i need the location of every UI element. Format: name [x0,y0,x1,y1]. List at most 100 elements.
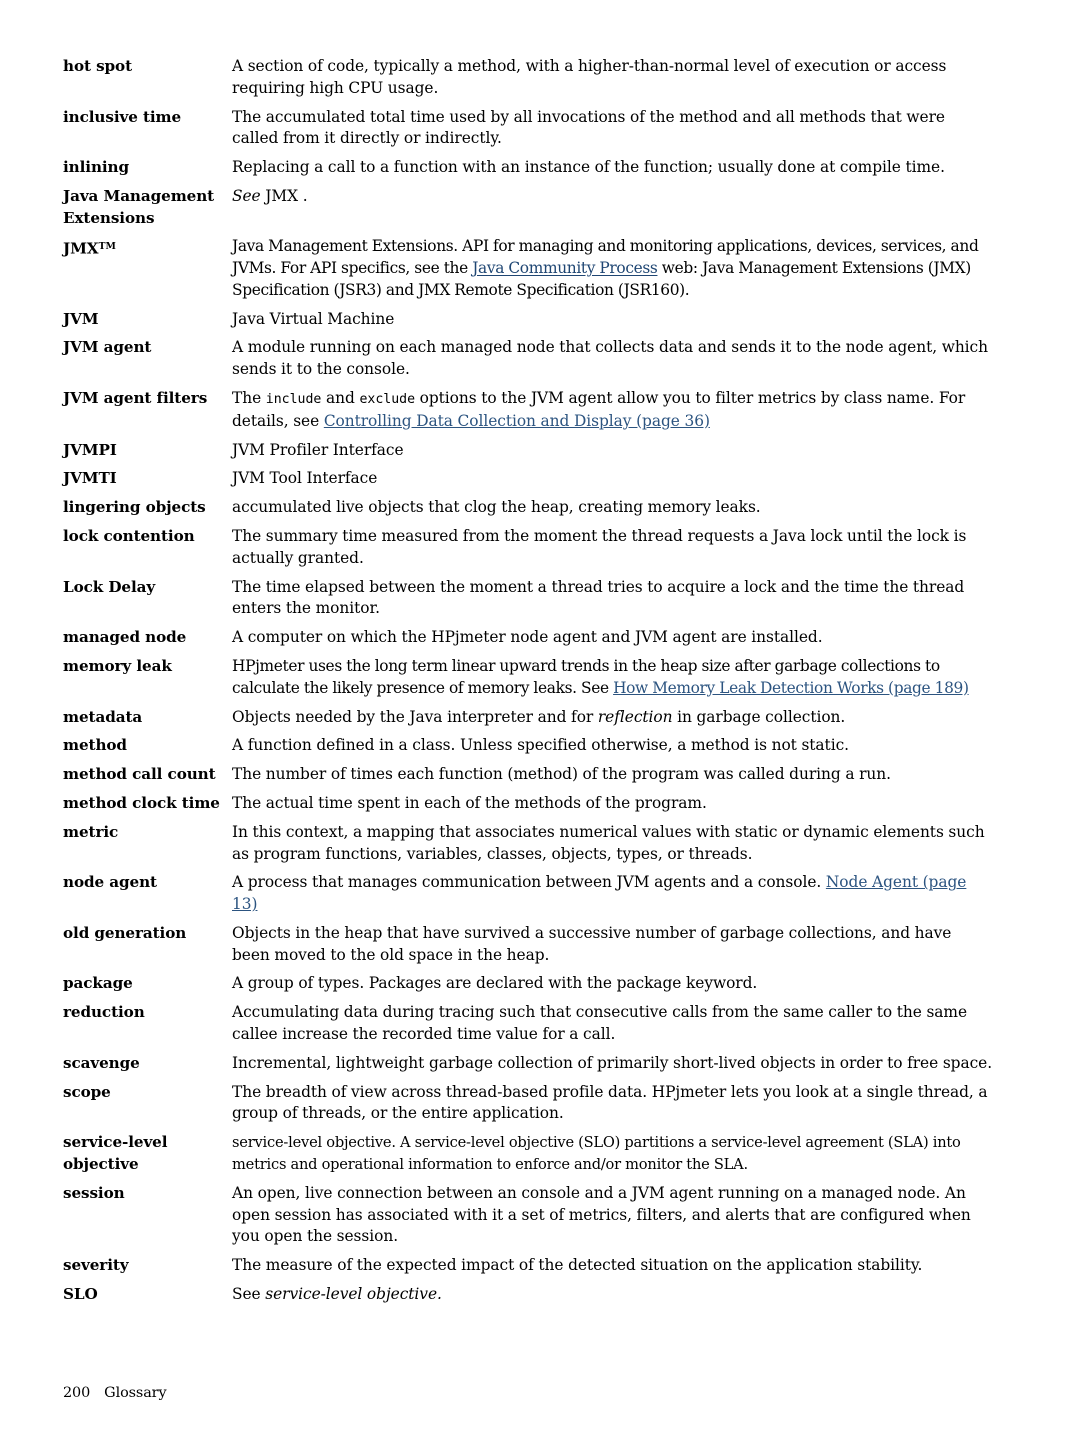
glossary-term: inclusive time [63,107,182,126]
glossary-term: scope [63,1082,111,1101]
glossary-definition: Replacing a call to a function with an i… [232,158,945,177]
glossary-definition: A section of code, typically a method, w… [232,57,947,97]
glossary-entry: lock contention The summary time measure… [63,526,993,570]
glossary-definition: The actual time spent in each of the met… [232,793,707,812]
glossary-entry: severity The measure of the expected imp… [63,1255,993,1277]
glossary-definition: An open, live connection between an cons… [232,1183,971,1246]
memory-leak-detection-link[interactable]: How Memory Leak Detection Works (page 18… [613,679,969,697]
page-footer: 200 Glossary [63,1383,167,1403]
see-target-italic: service-level objective. [265,1285,442,1304]
glossary-definition: Java Virtual Machine [232,309,395,328]
glossary-entry: inclusive time The accumulated total tim… [63,107,993,151]
glossary-term: memory leak [63,656,172,675]
glossary-term: scavenge [63,1053,140,1072]
glossary-definition: The number of times each function (metho… [232,765,891,784]
glossary-entry: JVM agent filters The include and exclud… [63,388,993,433]
see-label: See [232,1285,266,1304]
glossary-definition: The time elapsed between the moment a th… [232,577,965,618]
glossary-definition: HPjmeter uses the long term linear upwar… [232,656,993,700]
glossary-definition: A function defined in a class. Unless sp… [232,736,849,755]
glossary-entry: Lock Delay The time elapsed between the … [63,577,993,621]
glossary-term: method clock time [63,793,220,812]
glossary-definition: See service-level objective. [232,1284,993,1306]
glossary-entry: reduction Accumulating data during traci… [63,1002,993,1046]
glossary-definition: The breadth of view across thread-based … [232,1082,988,1123]
footer-page-number: 200 [63,1385,91,1401]
glossary-term: reduction [63,1003,145,1022]
glossary-term: method [63,736,127,755]
glossary-entry: Java Management Extensions See JMX . [63,186,993,229]
glossary-term: severity [63,1256,129,1275]
glossary-term: Java Management Extensions [63,186,215,227]
definition-text-b: in garbage collection. [672,707,846,726]
glossary-entry: method A function defined in a class. Un… [63,735,993,757]
footer-section-label: Glossary [104,1385,167,1401]
glossary-entry: scope The breadth of view across thread-… [63,1082,993,1126]
glossary-term: lock contention [63,526,195,545]
glossary-entry: JVM agent A module running on each manag… [63,337,993,381]
glossary-entry: hot spot A section of code, typically a … [63,56,993,100]
glossary-entry: package A group of types. Packages are d… [63,973,993,995]
glossary-entry: method call count The number of times ea… [63,764,993,786]
glossary-term: JVM agent filters [63,388,208,407]
glossary-entry: managed node A computer on which the HPj… [63,627,993,649]
definition-text-a: A process that manages communication bet… [232,873,826,892]
glossary-entry: node agent A process that manages commun… [63,872,993,916]
controlling-data-collection-link[interactable]: Controlling Data Collection and Display … [324,412,710,430]
glossary-definition: JVM Profiler Interface [232,440,404,459]
glossary-entry: memory leak HPjmeter uses the long term … [63,656,993,700]
code-exclude: exclude [359,391,416,407]
glossary-term: metadata [63,707,143,726]
glossary-term: old generation [63,923,187,942]
glossary-entry: old generation Objects in the heap that … [63,923,993,967]
glossary-entry: scavenge Incremental, lightweight garbag… [63,1053,993,1075]
glossary-term: package [63,974,133,993]
glossary-entry: metadata Objects needed by the Java inte… [63,707,993,729]
glossary-term: JVM agent [63,338,152,357]
glossary-entry: inlining Replacing a call to a function … [63,157,993,179]
glossary-definition: The accumulated total time used by all i… [232,107,945,148]
definition-text-b: and [321,388,360,407]
glossary-term-text: JMX [63,239,99,258]
definition-text-a: The [232,388,266,407]
glossary-entry: session An open, live connection between… [63,1183,993,1248]
glossary-page: hot spot A section of code, typically a … [0,0,1080,1438]
glossary-definition: The summary time measured from the momen… [232,526,967,567]
glossary-entry: lingering objects accumulated live objec… [63,497,993,519]
java-community-process-link[interactable]: Java Community Process [472,259,658,277]
definition-text-a: Objects needed by the Java interpreter a… [232,707,598,726]
glossary-definition: A group of types. Packages are declared … [232,974,758,993]
glossary-definition: Incremental, lightweight garbage collect… [232,1053,993,1072]
glossary-definition: A computer on which the HPjmeter node ag… [232,628,823,647]
glossary-entry: JVM Java Virtual Machine [63,309,993,331]
glossary-term: managed node [63,628,187,647]
glossary-entry: service-level objective service-level ob… [63,1132,993,1176]
glossary-definition: In this context, a mapping that associat… [232,822,985,863]
glossary-entry: JVMPI JVM Profiler Interface [63,440,993,462]
glossary-term: JMXTM [63,236,232,260]
glossary-term: JVMPI [63,440,117,459]
glossary-definition: JVM Tool Interface [232,469,378,488]
trademark-symbol: TM [98,241,116,253]
glossary-definition: See JMX . [232,186,993,208]
glossary-term: Lock Delay [63,577,156,596]
glossary-term: node agent [63,873,157,892]
see-tail: . [302,186,308,205]
glossary-definition: The measure of the expected impact of th… [232,1256,923,1275]
glossary-definition: A module running on each managed node th… [232,338,988,379]
glossary-term: JVMTI [63,469,117,488]
see-label: See [232,186,261,205]
see-target: JMX [265,186,299,205]
glossary-definition-list: hot spot A section of code, typically a … [63,56,993,1313]
glossary-term: method call count [63,765,216,784]
glossary-definition: accumulated live objects that clog the h… [232,498,761,517]
code-include: include [265,391,322,407]
glossary-definition: The include and exclude options to the J… [232,388,993,433]
glossary-entry: method clock time The actual time spent … [63,793,993,815]
glossary-term: metric [63,822,119,841]
glossary-definition: A process that manages communication bet… [232,872,993,916]
glossary-definition: Accumulating data during tracing such th… [232,1003,968,1044]
glossary-definition: Objects in the heap that have survived a… [232,923,952,964]
glossary-term: SLO [63,1285,98,1304]
glossary-entry: JMXTM Java Management Extensions. API fo… [63,236,993,301]
